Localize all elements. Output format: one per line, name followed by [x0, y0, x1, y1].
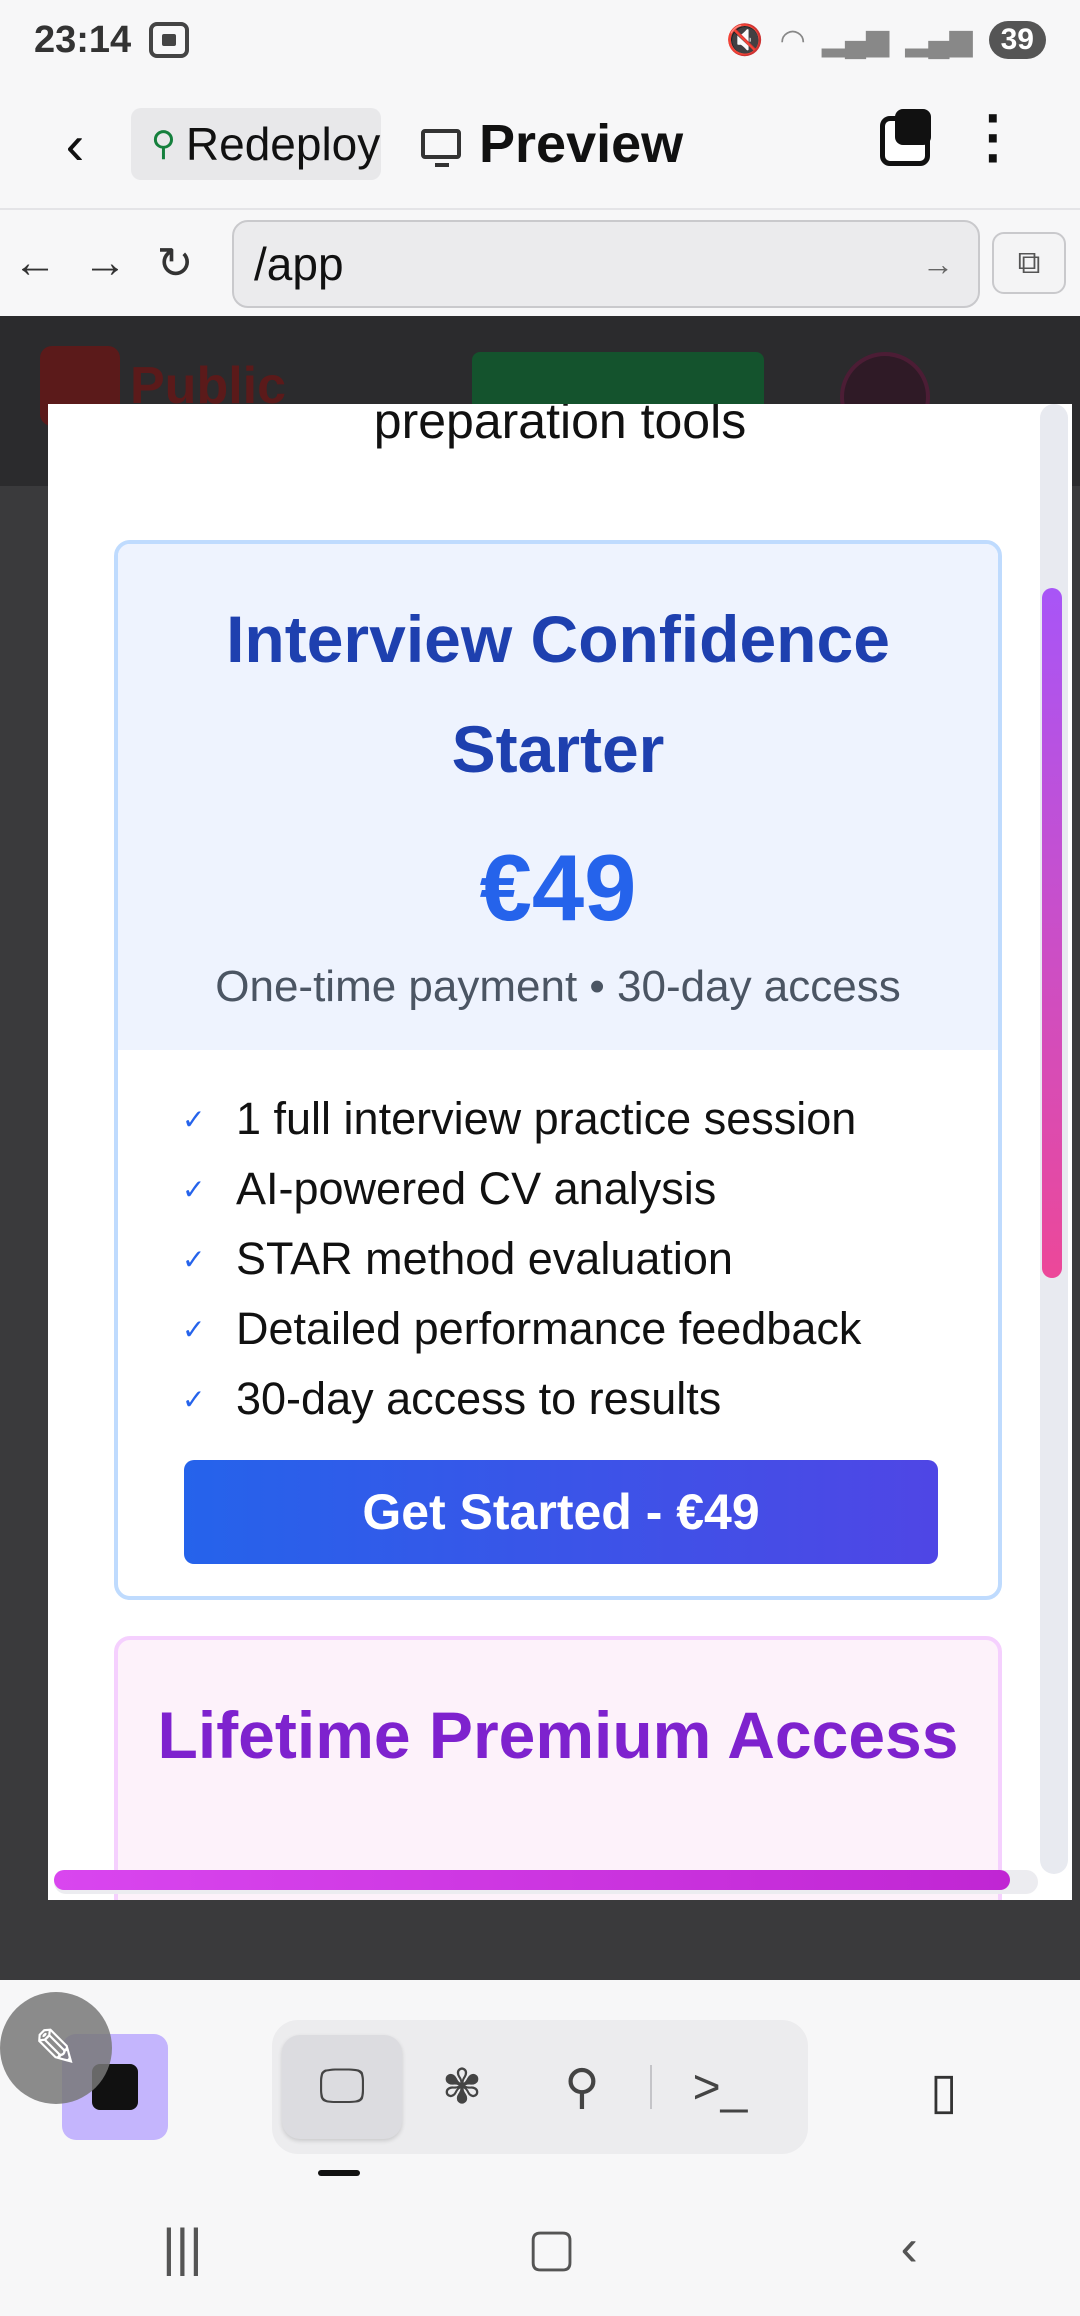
feature-item: ✓ 1 full interview practice session	[182, 1093, 857, 1144]
check-icon: ✓	[182, 1243, 206, 1275]
plan-price: €49	[479, 835, 637, 940]
horizontal-scrollbar[interactable]	[54, 1870, 1038, 1894]
url-text: /app	[254, 238, 344, 290]
url-bar: ← → ↻ /app → ⧉	[0, 210, 1080, 316]
project-chip-label: Redeploy	[185, 118, 381, 170]
modal-subtitle: preparation tools	[373, 404, 747, 449]
preview-title: Preview	[421, 113, 683, 175]
signal-icon-2: ▂▄▆	[905, 23, 973, 57]
active-tab-indicator	[318, 2170, 360, 2176]
url-input[interactable]: /app →	[232, 220, 980, 308]
status-icons: 🔇 ◠ ▂▄▆ ▂▄▆ 39	[726, 21, 1046, 59]
feature-item: ✓ AI-powered CV analysis	[182, 1163, 717, 1214]
plan-card-lifetime: Lifetime Premium Access	[114, 1636, 1002, 1900]
divider	[650, 2065, 652, 2109]
wifi-icon: ◠	[779, 23, 806, 57]
bottom-toolbar: ✎ 🖵 ✾ ⚲ >_ ▯	[0, 1980, 1080, 2180]
feature-item: ✓ Detailed performance feedback	[182, 1303, 862, 1354]
check-icon: ✓	[182, 1313, 206, 1345]
terminal-icon[interactable]: >_	[660, 2035, 780, 2139]
screen-record-icon	[149, 22, 190, 58]
plan-title: Interview Confidence Starter	[226, 602, 890, 786]
go-arrow-icon[interactable]: →	[922, 246, 954, 283]
feature-list: ✓ 1 full interview practice session ✓ AI-p…	[182, 1084, 861, 1434]
pricing-modal: preparation tools Interview Confidence S…	[48, 404, 1072, 1900]
system-nav-bar: ||| ▢ ‹	[0, 2180, 1080, 2316]
vertical-scrollbar[interactable]	[1040, 404, 1068, 1874]
vertical-scroll-thumb[interactable]	[1042, 588, 1062, 1278]
edit-pencil-icon[interactable]: ✎	[0, 1992, 112, 2104]
nav-forward-icon[interactable]: →	[70, 238, 140, 288]
deploy-icon[interactable]: ⚲	[522, 2035, 642, 2139]
home-icon[interactable]: ▢	[527, 2218, 576, 2278]
open-external-button[interactable]: ⧉	[992, 232, 1066, 294]
tabs-button[interactable]	[880, 109, 931, 166]
preview-title-text: Preview	[479, 114, 684, 174]
nav-back-icon[interactable]: ←	[0, 238, 70, 288]
get-started-button[interactable]: Get Started - €49	[184, 1460, 938, 1564]
preview-viewport: Public preparation tools Interview Confi…	[0, 316, 1080, 1980]
battery-indicator: 39	[988, 21, 1046, 59]
monitor-icon[interactable]: 🖵	[282, 2035, 402, 2139]
more-options-button[interactable]: · · ·	[985, 90, 1004, 186]
feature-item: ✓ 30-day access to results	[182, 1373, 722, 1424]
back-button[interactable]: ‹	[45, 113, 105, 176]
monitor-icon	[421, 129, 461, 167]
check-icon: ✓	[182, 1103, 206, 1135]
view-switcher: 🖵 ✾ ⚲ >_	[272, 2020, 808, 2154]
recents-icon[interactable]: |||	[162, 2218, 203, 2278]
status-bar: 23:14 🔇 ◠ ▂▄▆ ▂▄▆ 39	[0, 0, 1080, 80]
reload-icon[interactable]: ↻	[140, 238, 210, 289]
status-time: 23:14	[34, 18, 132, 61]
horizontal-scroll-thumb[interactable]	[54, 1870, 1010, 1890]
side-panel-icon[interactable]: ▯	[930, 2062, 958, 2120]
system-back-icon[interactable]: ‹	[900, 2218, 917, 2278]
signal-icon: ▂▄▆	[821, 23, 890, 57]
check-icon: ✓	[182, 1173, 206, 1205]
app-bar: ‹ ⚲ Redeploy Preview · · ·	[0, 80, 1080, 210]
plan-card-starter: Interview Confidence Starter €49 One-tim…	[114, 540, 1002, 1600]
plan-card-header: Interview Confidence Starter €49 One-tim…	[118, 544, 998, 1050]
plan-payment-note: One-time payment • 30-day access	[215, 962, 901, 1011]
project-chip[interactable]: ⚲ Redeploy	[131, 108, 381, 180]
feature-item: ✓ STAR method evaluation	[182, 1233, 733, 1284]
sprout-icon: ⚲	[151, 125, 176, 163]
apps-icon[interactable]: ✾	[402, 2035, 522, 2139]
plan-title: Lifetime Premium Access	[157, 1698, 959, 1772]
mute-icon: 🔇	[726, 23, 764, 57]
check-icon: ✓	[182, 1383, 206, 1415]
